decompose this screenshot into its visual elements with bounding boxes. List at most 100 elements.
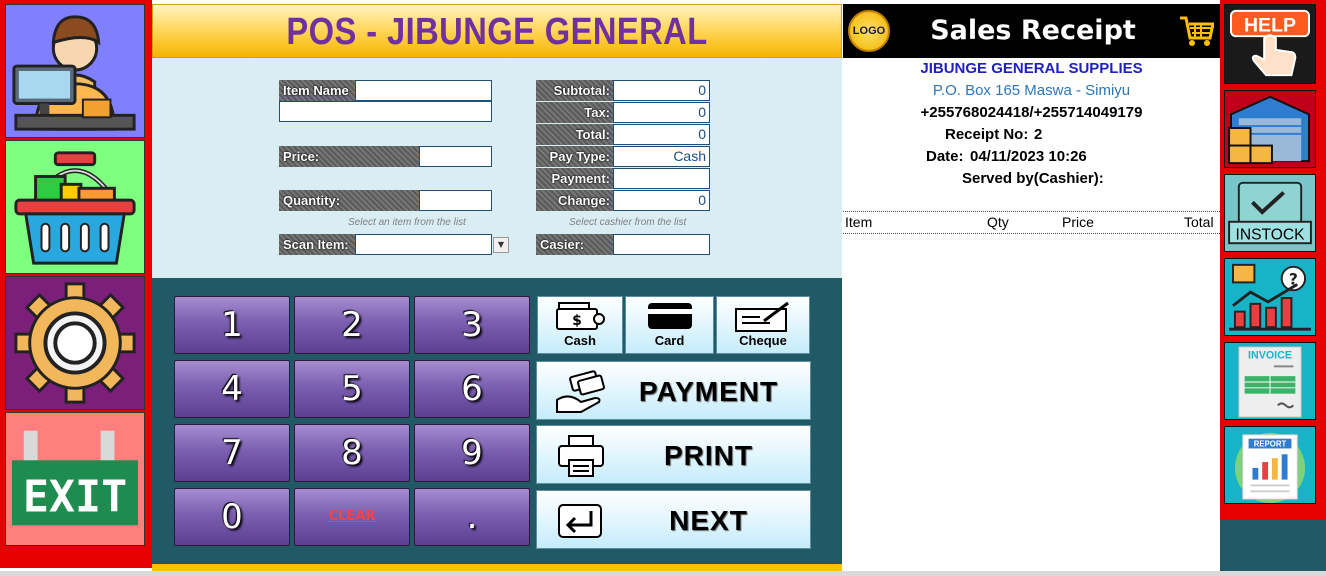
right-sidebar-footer [1220, 520, 1326, 571]
invoice-icon: INVOICE [1225, 343, 1315, 419]
pos-window: EXIT POS - JIBUNGE GENERAL SUPPLIES Item… [0, 0, 1326, 576]
warehouse-icon [1225, 91, 1315, 167]
subtotal-field[interactable]: 0 [613, 80, 710, 101]
col-item: Item [845, 214, 873, 230]
next-button-label: NEXT [669, 505, 748, 536]
key-7[interactable]: 7 [174, 424, 290, 482]
payment-button[interactable]: PAYMENT [536, 361, 811, 420]
key-0[interactable]: 0 [174, 488, 290, 546]
subtotal-label: Subtotal: [536, 80, 614, 101]
gear-icon [6, 277, 144, 409]
logo-badge: LOGO [848, 10, 890, 52]
instock-box-icon: INSTOCK [1225, 175, 1315, 251]
cashier-icon [6, 5, 144, 137]
key-6[interactable]: 6 [414, 360, 530, 418]
total-label: Total: [536, 124, 614, 145]
app-title: POS - JIBUNGE GENERAL SUPPLIES [286, 11, 708, 107]
total-field[interactable]: 0 [613, 124, 710, 145]
receipt-address: P.O. Box 165 Maswa - Simiyu [932, 82, 1131, 99]
change-field[interactable]: 0 [613, 190, 710, 211]
help-pointer-icon: HELP [1225, 5, 1315, 83]
col-price: Price [1062, 214, 1094, 230]
invoice-button[interactable]: INVOICE [1224, 342, 1316, 420]
app-title-bar: POS - JIBUNGE GENERAL SUPPLIES [152, 4, 842, 107]
report-label: REPORT [1254, 439, 1287, 448]
tax-label: Tax: [536, 102, 614, 123]
instock-label: INSTOCK [1236, 226, 1306, 243]
cash-icon: $ [556, 302, 605, 330]
key-5[interactable]: 5 [294, 360, 410, 418]
item-name-field-extra[interactable] [279, 101, 492, 122]
print-button[interactable]: PRINT [536, 425, 811, 484]
basket-button[interactable] [5, 140, 145, 274]
price-label: Price: [279, 146, 420, 167]
served-by-label: Served by(Cashier): [962, 170, 1104, 187]
bottom-strip [152, 564, 842, 571]
payment-button-label: PAYMENT [638, 376, 779, 407]
receipt-divider-bottom [843, 233, 1220, 234]
cheque-button[interactable]: Cheque [716, 296, 810, 354]
cashier-dropdown[interactable] [613, 234, 710, 255]
receipt-date-label: Date: [926, 148, 964, 165]
print-button-label: PRINT [664, 440, 753, 471]
exit-icon: EXIT [6, 413, 144, 545]
cash-label: Cash [564, 333, 596, 348]
dropdown-arrow-icon[interactable]: ▼ [493, 237, 509, 253]
credit-card-icon [647, 303, 692, 329]
stock-chart-icon: ? [1225, 259, 1315, 335]
receipt-company: JIBUNGE GENERAL SUPPLIES [920, 60, 1143, 77]
cheque-icon [735, 301, 789, 332]
key-8[interactable]: 8 [294, 424, 410, 482]
clear-button[interactable]: CLEAR [294, 488, 410, 546]
quantity-label: Quantity: [279, 190, 420, 211]
pay-type-label: Pay Type: [536, 146, 614, 167]
pay-type-field[interactable]: Cash [613, 146, 710, 167]
item-hint: Select an item from the list [348, 217, 466, 228]
payment-field[interactable] [613, 168, 710, 189]
payment-label: Payment: [536, 168, 614, 189]
item-name-field[interactable] [355, 80, 492, 101]
price-field[interactable] [419, 146, 492, 167]
shopping-cart-icon [1180, 16, 1214, 46]
printer-icon [558, 435, 604, 477]
exit-button[interactable]: EXIT [5, 412, 145, 546]
key-4[interactable]: 4 [174, 360, 290, 418]
svg-text:$: $ [572, 313, 582, 329]
exit-label: EXIT [23, 473, 127, 523]
tax-field[interactable]: 0 [613, 102, 710, 123]
enter-arrow-icon [558, 504, 602, 538]
shopping-basket-icon [6, 141, 144, 273]
help-label: HELP [1244, 14, 1296, 36]
receipt-no-label: Receipt No: [945, 126, 1029, 143]
receipt-divider-top [843, 211, 1220, 212]
instock-button[interactable]: INSTOCK [1224, 174, 1316, 252]
key-9[interactable]: 9 [414, 424, 530, 482]
sales-receipt: LOGO Sales Receipt JIBUNGE GENERAL SUPPL… [843, 0, 1220, 576]
report-button[interactable]: REPORT [1224, 426, 1316, 504]
key-3[interactable]: 3 [414, 296, 530, 354]
cash-button[interactable]: $ Cash [537, 296, 623, 354]
key-1[interactable]: 1 [174, 296, 290, 354]
warehouse-button[interactable] [1224, 90, 1316, 168]
change-label: Change: [536, 190, 614, 211]
next-button[interactable]: NEXT [536, 490, 811, 549]
receipt-phones: +255768024418/+255714049179 [920, 104, 1143, 121]
invoice-label: INVOICE [1248, 350, 1292, 362]
settings-button[interactable] [5, 276, 145, 410]
receipt-date-value: 04/11/2023 10:26 [970, 148, 1087, 165]
key-decimal[interactable]: . [414, 488, 530, 546]
receipt-title: Sales Receipt [930, 15, 1136, 46]
card-label: Card [654, 333, 685, 348]
scan-item-label: Scan Item: [279, 234, 356, 255]
col-total: Total [1184, 214, 1214, 230]
scan-item-dropdown[interactable] [355, 234, 492, 255]
payment-hand-icon [556, 370, 605, 413]
report-icon: REPORT [1225, 427, 1315, 503]
help-button[interactable]: HELP [1224, 4, 1316, 84]
cashier-button[interactable] [5, 4, 145, 138]
card-button[interactable]: Card [625, 296, 714, 354]
cheque-label: Cheque [739, 333, 787, 348]
quantity-field[interactable] [419, 190, 492, 211]
key-2[interactable]: 2 [294, 296, 410, 354]
stock-chart-button[interactable]: ? [1224, 258, 1316, 336]
